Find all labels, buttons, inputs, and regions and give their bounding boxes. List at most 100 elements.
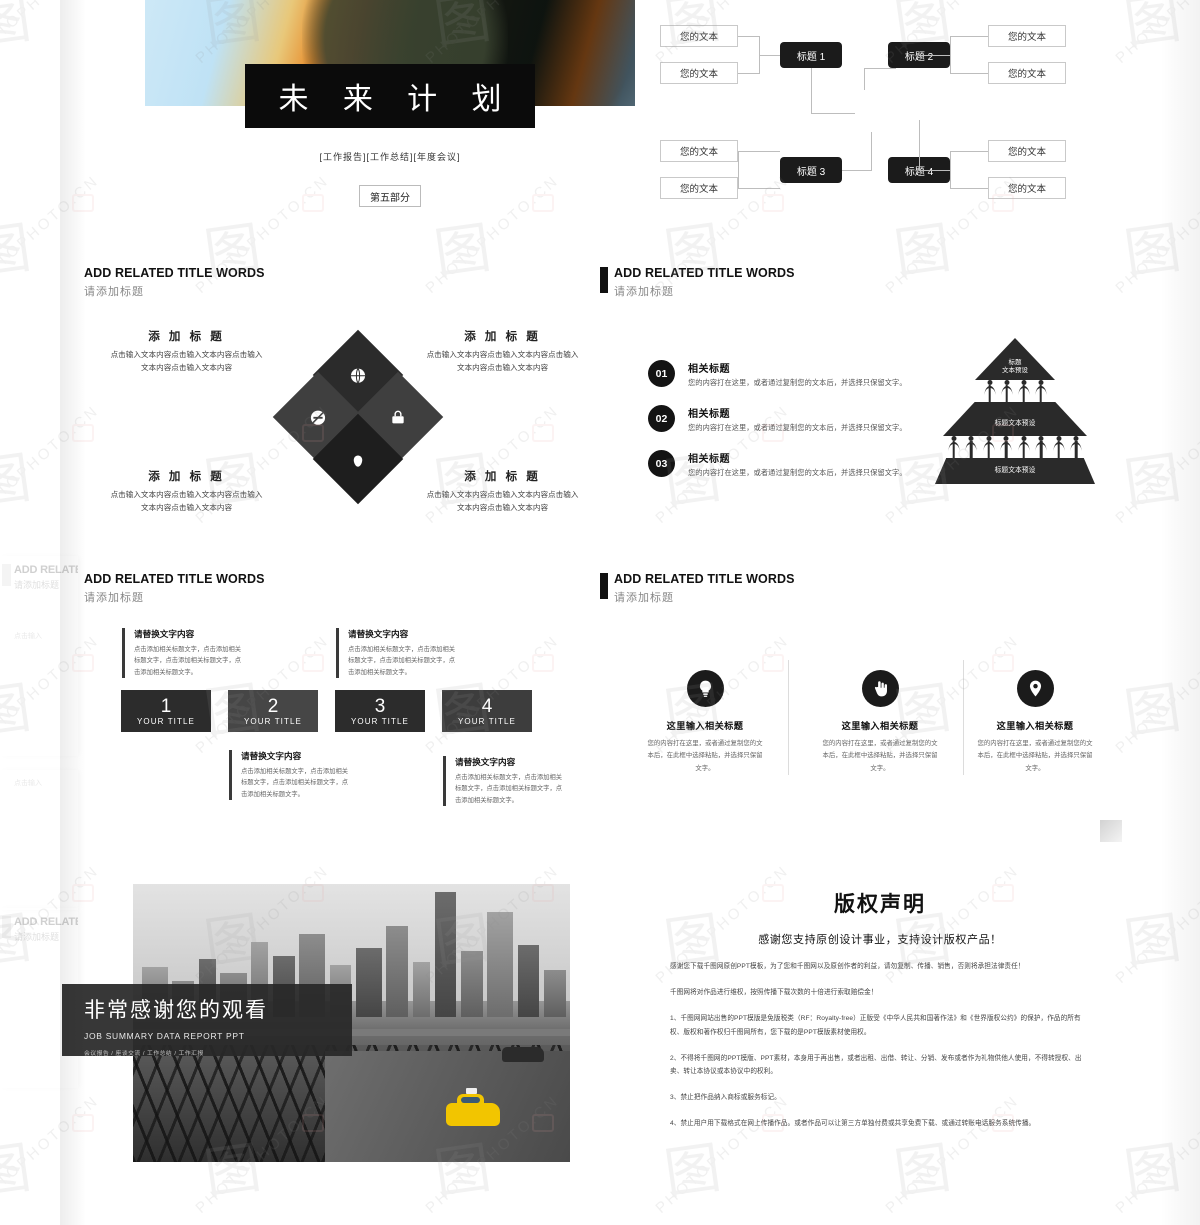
lightbulb-icon (686, 670, 724, 707)
building (486, 911, 514, 1018)
watermark-tile: 图PHOTOPHOTO.CN (1110, 862, 1200, 1110)
org-leaf-3[interactable]: 您的文本 (988, 25, 1066, 47)
watermark-glyph: 图 (0, 1135, 35, 1208)
icon-desc: 您的内容打在这里，或者通过复制您的文本后，在此框中选择粘贴，并选择只保留文字。 (822, 740, 938, 772)
building (543, 970, 566, 1018)
watermark-seal (532, 424, 554, 442)
org-leaf-5[interactable]: 您的文本 (660, 140, 738, 162)
watermark-seal (72, 1114, 94, 1132)
watermark-tile: 图PHOTOPHOTO.CN (1110, 402, 1200, 650)
org-leaf-7[interactable]: 您的文本 (988, 140, 1066, 162)
heading-diamond: ADD RELATED TITLE WORDS 请添加标题 (84, 266, 265, 299)
location-pin-icon (1016, 670, 1054, 707)
timeline-number: 1 (160, 695, 172, 717)
org-connector (919, 170, 950, 171)
timeline-label: YOUR TITLE (244, 716, 302, 726)
page-fold-corner (1100, 820, 1122, 842)
icon-title: 这里输入相关标题 (996, 721, 1074, 731)
heading-accent-bar (600, 267, 608, 293)
copyright-subheading: 感谢您支持原创设计事业，支持设计版权产品！ (758, 934, 1002, 946)
heading-en: ADD RELATED TITLE WORDS (84, 266, 265, 280)
org-leaf-1[interactable]: 您的文本 (660, 25, 738, 47)
quadrant-title: 添 加 标 题 (464, 331, 541, 343)
ghost-heading-en: ADD RELATED TITLE WORDS (14, 564, 78, 576)
watermark-text: PHOTOPHOTO.CN (1112, 1091, 1200, 1217)
ghost-heading-en-2: ADD RELATED TITLE WORDS (14, 916, 78, 928)
org-node-1[interactable]: 标题 1 (780, 42, 842, 68)
quadrant-text-br: 添 加 标 题 点击输入文本内容点击输入文本内容点击输入 文本内容点击输入文本内… (400, 468, 605, 514)
icon-column-1[interactable]: 这里输入相关标题 您的内容打在这里，或者通过复制您的文本后，在此框中选择粘贴，并… (645, 670, 765, 775)
building (386, 925, 409, 1018)
timeline-block-1[interactable]: 1 YOUR TITLE (121, 690, 211, 732)
org-connector (950, 36, 988, 37)
org-leaf-2[interactable]: 您的文本 (660, 62, 738, 84)
timeline-label: YOUR TITLE (137, 716, 195, 726)
watermark-glyph: 图 (890, 1135, 955, 1208)
org-node-3[interactable]: 标题 3 (780, 157, 842, 183)
copyright-block: 版权声明 感谢您支持原创设计事业，支持设计版权产品！ 感谢您下载千图网原创PPT… (670, 888, 1090, 1131)
heading-en: ADD RELATED TITLE WORDS (614, 266, 795, 280)
building (412, 961, 431, 1018)
person-figure (1018, 380, 1029, 402)
list-item[interactable]: 01 相关标题 您的内容打在这里，或者通过复制您的文本后，并选择只保留文字。 (648, 360, 928, 388)
heading-en: ADD RELATED TITLE WORDS (84, 572, 265, 586)
quadrant-title: 添 加 标 题 (148, 471, 225, 483)
timeline-number: 3 (374, 695, 386, 717)
apple-icon (350, 451, 367, 468)
ghost-accent-bar (2, 564, 11, 586)
hand-click-icon (861, 670, 899, 707)
org-leaf-8[interactable]: 您的文本 (988, 177, 1066, 199)
watermark-seal (72, 424, 94, 442)
ghost-heading-cn: 请添加标题 (14, 580, 60, 590)
pyramid-people-mid (945, 436, 1085, 458)
org-connector (811, 68, 812, 114)
heading-accent-bar (600, 573, 608, 599)
org-connector (811, 113, 855, 114)
org-connector (919, 120, 920, 170)
ghost-accent-bar-2 (2, 916, 11, 938)
list-item[interactable]: 02 相关标题 您的内容打在这里，或者通过复制您的文本后，并选择只保留文字。 (648, 405, 928, 433)
org-leaf-6[interactable]: 您的文本 (660, 177, 738, 199)
copyright-paragraph: 3、禁止把作品纳入商标或服务标记。 (670, 1094, 781, 1102)
icon-column-3[interactable]: 这里输入相关标题 您的内容打在这里，或者通过复制您的文本后，在此框中选择粘贴，并… (975, 670, 1095, 775)
quadrant-desc: 点击输入文本内容点击输入文本内容点击输入 文本内容点击输入文本内容 (110, 490, 263, 512)
list-desc: 您的内容打在这里，或者通过复制您的文本后，并选择只保留文字。 (688, 378, 907, 387)
heading-icons: ADD RELATED TITLE WORDS 请添加标题 (600, 572, 795, 605)
taxi-sign (466, 1087, 478, 1094)
timeline-block-2[interactable]: 2 YOUR TITLE (228, 690, 318, 732)
heading-timeline: ADD RELATED TITLE WORDS 请添加标题 (84, 572, 265, 605)
pyramid-diagram: 标题 文本预设 标题文本预设 标题文本预设 (935, 338, 1095, 503)
timeline-card-title: 请替换文字内容 (348, 629, 409, 639)
timeline-label: YOUR TITLE (351, 716, 409, 726)
list-item[interactable]: 03 相关标题 您的内容打在这里，或者通过复制您的文本后，并选择只保留文字。 (648, 450, 928, 478)
timeline-block-3[interactable]: 3 YOUR TITLE (335, 690, 425, 732)
thanks-tags: 会议报告 / 座谈交流 / 工作总结 / 工作汇报 (84, 1051, 204, 1057)
watermark-glyph: 图 (0, 0, 35, 58)
watermark-seal (762, 654, 784, 672)
org-connector (919, 55, 950, 56)
heading-cn: 请添加标题 (84, 592, 144, 604)
quadrant-desc: 点击输入文本内容点击输入文本内容点击输入 文本内容点击输入文本内容 (426, 490, 579, 512)
timeline-card-2: 请替换文字内容 点击添加相关标题文字，点击添加相关标题文字，点击添加相关标题文字… (229, 750, 349, 800)
timeline-card-title: 请替换文字内容 (241, 751, 302, 761)
icon-divider (788, 660, 789, 775)
slide-org-chart: 标题 1 标题 2 标题 3 标题 4 您的文本 您的文本 您的文本 您的文本 … (600, 0, 1200, 230)
heading-cn: 请添加标题 (614, 286, 674, 298)
ghost-slide-upper: ADD RELATED TITLE WORDS 请添加标题 点击输入 (0, 556, 78, 756)
globe-icon (350, 367, 367, 384)
org-connector (738, 151, 780, 152)
copyright-paragraph: 2、不得将千图网的PPT模版、PPT素材，本身用于再出售，或者出租、出借、转让、… (670, 1054, 1082, 1075)
quadrant-title: 添 加 标 题 (148, 331, 225, 343)
watermark-text: PHOTOPHOTO.CN (1112, 631, 1200, 757)
dark-car (501, 1046, 544, 1062)
icon-column-2[interactable]: 这里输入相关标题 您的内容打在这里，或者通过复制您的文本后，在此框中选择粘贴，并… (820, 670, 940, 775)
pyramid-tier-mid: 标题文本预设 (943, 402, 1087, 436)
watermark-glyph: 图 (1120, 445, 1185, 518)
org-leaf-4[interactable]: 您的文本 (988, 62, 1066, 84)
person-figure (1070, 436, 1082, 458)
org-connector (738, 36, 760, 37)
thanks-subtitle-en: JOB SUMMARY DATA REPORT PPT (84, 1031, 245, 1041)
person-figure (984, 380, 995, 402)
timeline-card-title: 请替换文字内容 (455, 757, 516, 767)
timeline-block-4[interactable]: 4 YOUR TITLE (442, 690, 532, 732)
